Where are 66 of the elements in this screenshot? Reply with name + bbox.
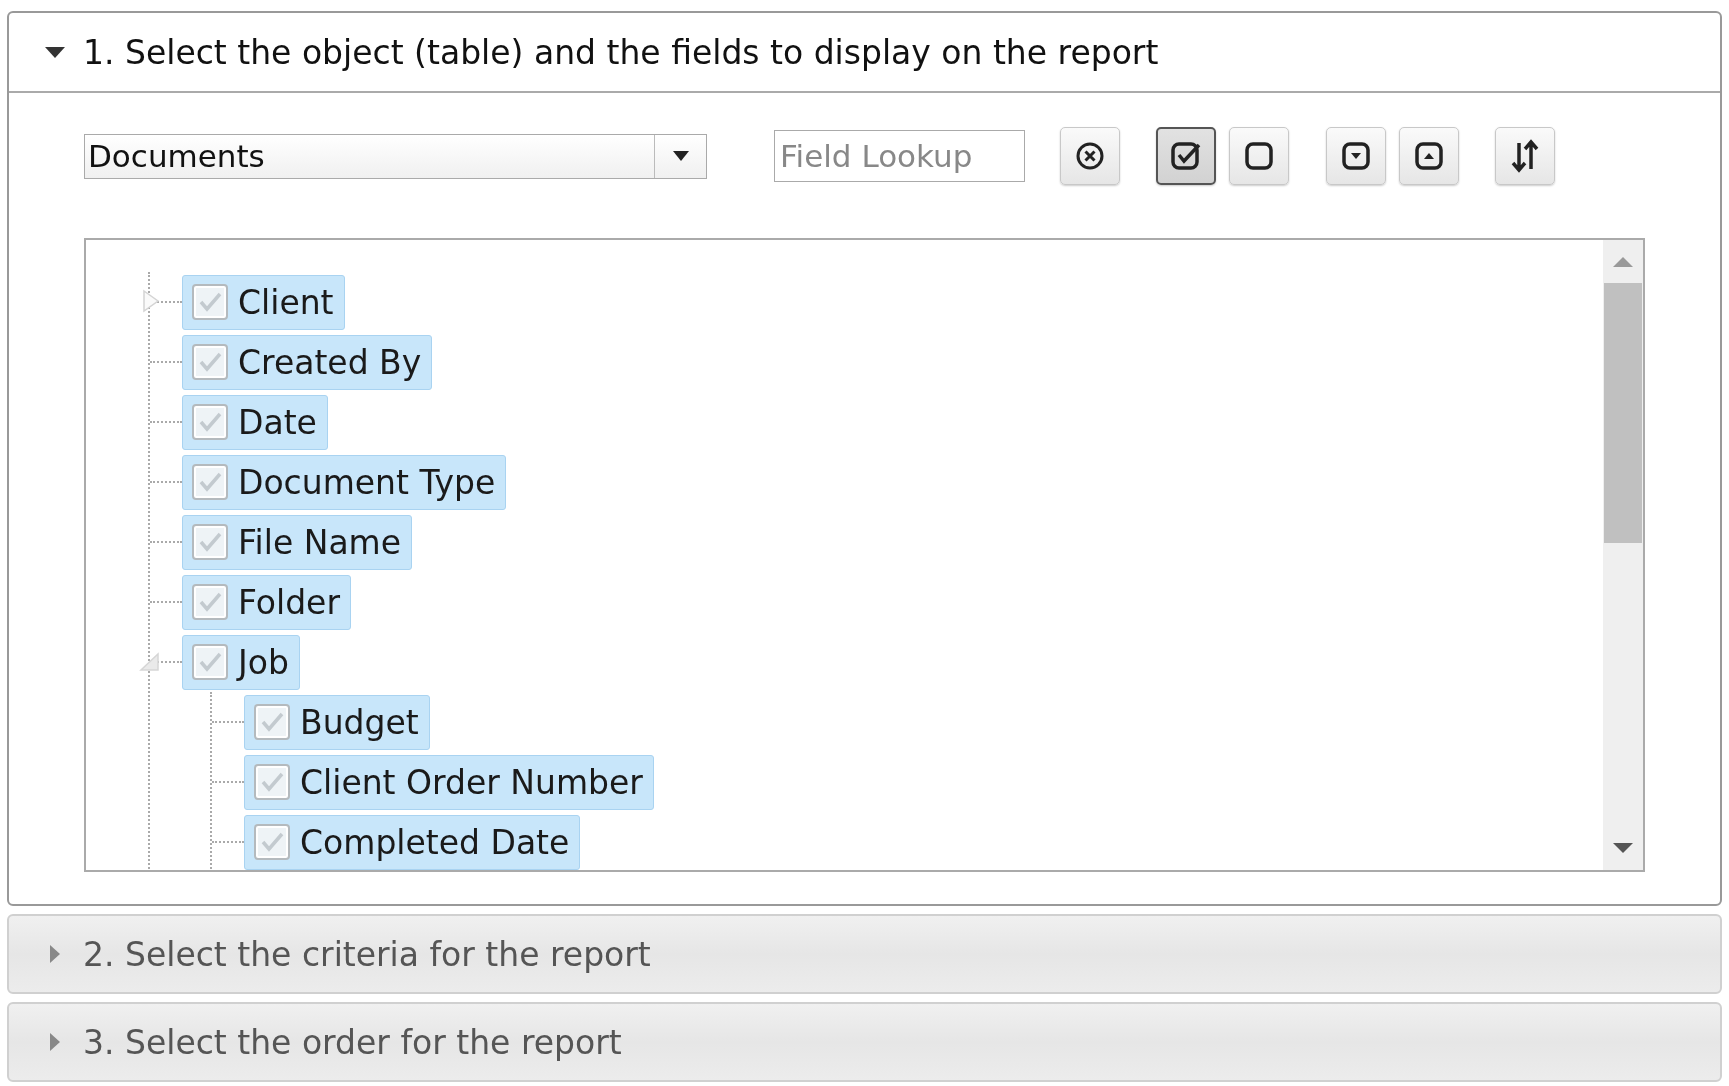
object-dropdown[interactable]: Documents — [84, 133, 707, 179]
tree-item[interactable]: Budget — [244, 694, 430, 750]
field-label: Created By — [238, 345, 422, 379]
clear-icon — [1075, 141, 1105, 171]
checkbox[interactable] — [192, 344, 228, 380]
field-label: Completed Date — [300, 825, 570, 859]
sort-button[interactable] — [1495, 127, 1555, 185]
accordion-header[interactable]: 1. Select the object (table) and the fields to display on the report — [9, 13, 1720, 93]
field-label: Date — [238, 405, 317, 439]
tree-item[interactable]: Job — [182, 634, 300, 690]
checkmark-icon — [198, 591, 222, 613]
checkbox-checked-icon — [1170, 140, 1202, 172]
field-label: File Name — [238, 525, 402, 559]
checkbox[interactable] — [254, 764, 290, 800]
section-title: 2. Select the criteria for the report — [83, 937, 651, 971]
checkmark-icon — [260, 771, 284, 793]
tree-item[interactable]: Date — [182, 394, 328, 450]
checkmark-icon — [260, 711, 284, 733]
checkbox[interactable] — [192, 404, 228, 440]
checkmark-icon — [198, 411, 222, 433]
field-lookup-input[interactable]: Field Lookup — [774, 130, 1025, 182]
checkbox[interactable] — [192, 284, 228, 320]
checkbox[interactable] — [192, 524, 228, 560]
tree-item[interactable]: Client — [182, 274, 345, 330]
field-label: Job — [238, 645, 289, 679]
tree-item[interactable]: Completed Date — [244, 814, 581, 870]
scrollbar-thumb[interactable] — [1604, 283, 1642, 543]
caret-up-square-icon — [1414, 141, 1444, 171]
scroll-up-icon[interactable] — [1612, 256, 1634, 268]
uncheck-all-button[interactable] — [1229, 127, 1289, 185]
caret-down-square-icon — [1341, 141, 1371, 171]
checkmark-icon — [198, 651, 222, 673]
checkmark-icon — [198, 471, 222, 493]
tree-item[interactable]: Document Type — [182, 454, 507, 510]
dropdown-value: Documents — [87, 140, 266, 172]
checkmark-icon — [260, 831, 284, 853]
scrollbar[interactable] — [1603, 240, 1643, 870]
scroll-down-icon[interactable] — [1612, 842, 1634, 854]
checkbox[interactable] — [254, 704, 290, 740]
field-label: Client Order Number — [300, 765, 643, 799]
field-label: Folder — [238, 585, 340, 619]
tree-item[interactable]: Folder — [182, 574, 351, 630]
expand-all-button[interactable] — [1326, 127, 1386, 185]
accordion-header[interactable]: 3. Select the order for the report — [9, 1004, 1720, 1080]
section-title: 1. Select the object (table) and the fields to display on the report — [83, 35, 1159, 69]
clear-button[interactable] — [1060, 127, 1120, 185]
check-all-button[interactable] — [1156, 127, 1216, 185]
collapse-all-button[interactable] — [1399, 127, 1459, 185]
checkbox[interactable] — [192, 464, 228, 500]
section-title: 3. Select the order for the report — [83, 1025, 622, 1059]
field-label: Budget — [300, 705, 419, 739]
accordion-header[interactable]: 2. Select the criteria for the report — [9, 916, 1720, 992]
checkmark-icon — [198, 531, 222, 553]
checkbox[interactable] — [192, 644, 228, 680]
field-label: Client — [238, 285, 334, 319]
tree-item[interactable]: Created By — [182, 334, 433, 390]
checkbox[interactable] — [192, 584, 228, 620]
checkmark-icon — [198, 291, 222, 313]
sort-arrows-icon — [1510, 139, 1540, 173]
checkbox[interactable] — [254, 824, 290, 860]
caret-down-icon — [45, 46, 65, 58]
checkmark-icon — [198, 351, 222, 373]
tree-item[interactable]: File Name — [182, 514, 413, 570]
checkbox-empty-icon — [1244, 141, 1274, 171]
field-label: Document Type — [238, 465, 496, 499]
tree-item[interactable]: Client Order Number — [244, 754, 654, 810]
